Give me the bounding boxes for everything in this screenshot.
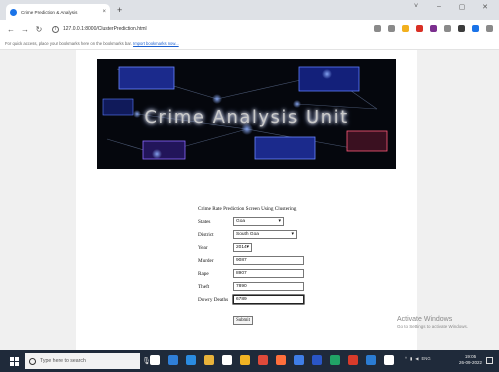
windows-start-icon[interactable]	[10, 357, 19, 366]
extension-icon-7[interactable]	[458, 25, 465, 32]
states-value: Goa	[236, 219, 246, 224]
taskbar-app-icons	[150, 355, 394, 365]
new-tab-button[interactable]: +	[117, 4, 122, 16]
row-year: Year 2014 ▾	[198, 243, 328, 253]
form-heading: Crime Rate Prediction Screen Using Clust…	[198, 206, 297, 212]
taskbar-app-icon-12[interactable]	[348, 355, 358, 365]
chevron-down-icon: ▾	[278, 218, 281, 224]
district-value: South Goa	[236, 232, 259, 237]
year-value: 2014	[236, 245, 247, 250]
search-icon	[29, 357, 36, 365]
chevron-down-icon: ▾	[291, 231, 294, 237]
extension-icon-3[interactable]	[402, 25, 409, 32]
extension-icon-4[interactable]	[416, 25, 423, 32]
taskbar-app-icon-10[interactable]	[312, 355, 322, 365]
taskbar-app-icon-2[interactable]	[168, 355, 178, 365]
bookmark-bar: For quick access, place your bookmarks h…	[0, 38, 499, 50]
row-theft: Theft 7890	[198, 282, 328, 292]
dowry-deaths-label: Dowry Deaths	[198, 297, 229, 303]
favicon-icon	[10, 8, 17, 16]
murder-input[interactable]: 9087	[233, 256, 304, 265]
network-icon[interactable]: ▮	[410, 356, 412, 361]
states-select[interactable]: Goa ▾	[233, 217, 284, 226]
rape-label: Rape	[198, 271, 209, 277]
taskbar-app-icon-3[interactable]	[186, 355, 196, 365]
extension-icon-2[interactable]	[388, 25, 395, 32]
tab-title: Crime Prediction & Analysis	[21, 9, 78, 15]
page-viewport: Crime Analysis Unit Crime Rate Predictio…	[0, 50, 499, 350]
browser-tab[interactable]: Crime Prediction & Analysis ×	[6, 4, 110, 20]
taskbar-search-placeholder: Type here to search	[40, 358, 86, 364]
district-select[interactable]: South Goa ▾	[233, 230, 297, 239]
taskbar-clock[interactable]: 19:05 26-09-2022	[459, 354, 482, 366]
row-murder: Murder 9087	[198, 256, 328, 266]
bookmark-bar-text: For quick access, place your bookmarks h…	[5, 41, 132, 46]
extension-icon-1[interactable]	[374, 25, 381, 32]
extension-icon-8[interactable]	[472, 25, 479, 32]
extension-icon-9[interactable]	[486, 25, 493, 32]
chevron-down-icon: ▾	[246, 244, 249, 250]
tab-close-icon[interactable]: ×	[102, 9, 106, 15]
window-controls: ˅ – ▢ ✕	[412, 3, 489, 11]
banner-title: Crime Analysis Unit	[144, 107, 349, 128]
tray-language[interactable]: ENG	[422, 356, 431, 361]
windows-taskbar: Type here to search 🎙 ^ ▮ ◀ ENG 19:05 26…	[0, 350, 499, 372]
watermark-line1: Activate Windows	[397, 316, 453, 323]
address-bar[interactable]: 127.0.0.1:8000/ClusterPrediction.html	[63, 26, 147, 32]
close-window-button[interactable]: ✕	[481, 3, 489, 11]
row-rape: Rape 8907	[198, 269, 328, 279]
taskbar-app-icon-6[interactable]	[240, 355, 250, 365]
submit-button[interactable]: Submit	[233, 316, 253, 325]
taskbar-app-icon-1[interactable]	[150, 355, 160, 365]
minimize-button[interactable]: –	[435, 3, 443, 11]
row-dowry-deaths: Dowry Deaths 6789	[198, 295, 328, 305]
taskbar-app-icon-9[interactable]	[294, 355, 304, 365]
extension-icon-5[interactable]	[430, 25, 437, 32]
theft-label: Theft	[198, 284, 210, 290]
year-select[interactable]: 2014 ▾	[233, 243, 252, 252]
year-label: Year	[198, 245, 208, 251]
rape-input[interactable]: 8907	[233, 269, 304, 278]
taskbar-app-icon-13[interactable]	[366, 355, 376, 365]
taskbar-app-icon-7[interactable]	[258, 355, 268, 365]
extension-icon-6[interactable]	[444, 25, 451, 32]
forward-arrow-icon[interactable]: →	[18, 25, 32, 34]
browser-tab-strip: Crime Prediction & Analysis × + ˅ – ▢ ✕	[0, 0, 499, 20]
volume-icon[interactable]: ◀	[415, 356, 418, 361]
row-states: States Goa ▾	[198, 217, 328, 227]
row-district: District South Goa ▾	[198, 230, 328, 240]
browser-toolbar: ← → ↻ i 127.0.0.1:8000/ClusterPrediction…	[0, 20, 499, 38]
taskbar-app-icon-5[interactable]	[222, 355, 232, 365]
info-icon[interactable]: i	[52, 25, 59, 33]
banner-image: Crime Analysis Unit	[97, 59, 396, 169]
dowry-deaths-input[interactable]: 6789	[233, 295, 304, 304]
states-label: States	[198, 219, 211, 225]
page-content: Crime Analysis Unit Crime Rate Predictio…	[76, 50, 417, 350]
murder-label: Murder	[198, 258, 214, 264]
taskbar-app-icon-4[interactable]	[204, 355, 214, 365]
extension-icons	[374, 25, 493, 32]
tray-arrow-icon[interactable]: ^	[405, 356, 407, 361]
taskbar-app-icon-8[interactable]	[276, 355, 286, 365]
taskbar-app-icon-14[interactable]	[384, 355, 394, 365]
taskbar-app-icon-11[interactable]	[330, 355, 340, 365]
import-bookmarks-link[interactable]: Import bookmarks now...	[133, 41, 179, 46]
back-arrow-icon[interactable]: ←	[4, 25, 18, 34]
system-tray: ^ ▮ ◀ ENG	[405, 356, 431, 361]
clock-date: 26-09-2022	[459, 360, 483, 365]
reload-icon[interactable]: ↻	[32, 25, 46, 34]
taskbar-search-box[interactable]: Type here to search	[25, 353, 140, 369]
activate-windows-watermark: Activate Windows Go to Settings to activ…	[397, 316, 468, 329]
tab-search-icon[interactable]: ˅	[412, 3, 420, 11]
watermark-line2: Go to Settings to activate Windows.	[397, 324, 469, 329]
district-label: District	[198, 232, 214, 238]
notification-icon[interactable]	[486, 357, 493, 364]
theft-input[interactable]: 7890	[233, 282, 304, 291]
maximize-button[interactable]: ▢	[458, 3, 466, 11]
